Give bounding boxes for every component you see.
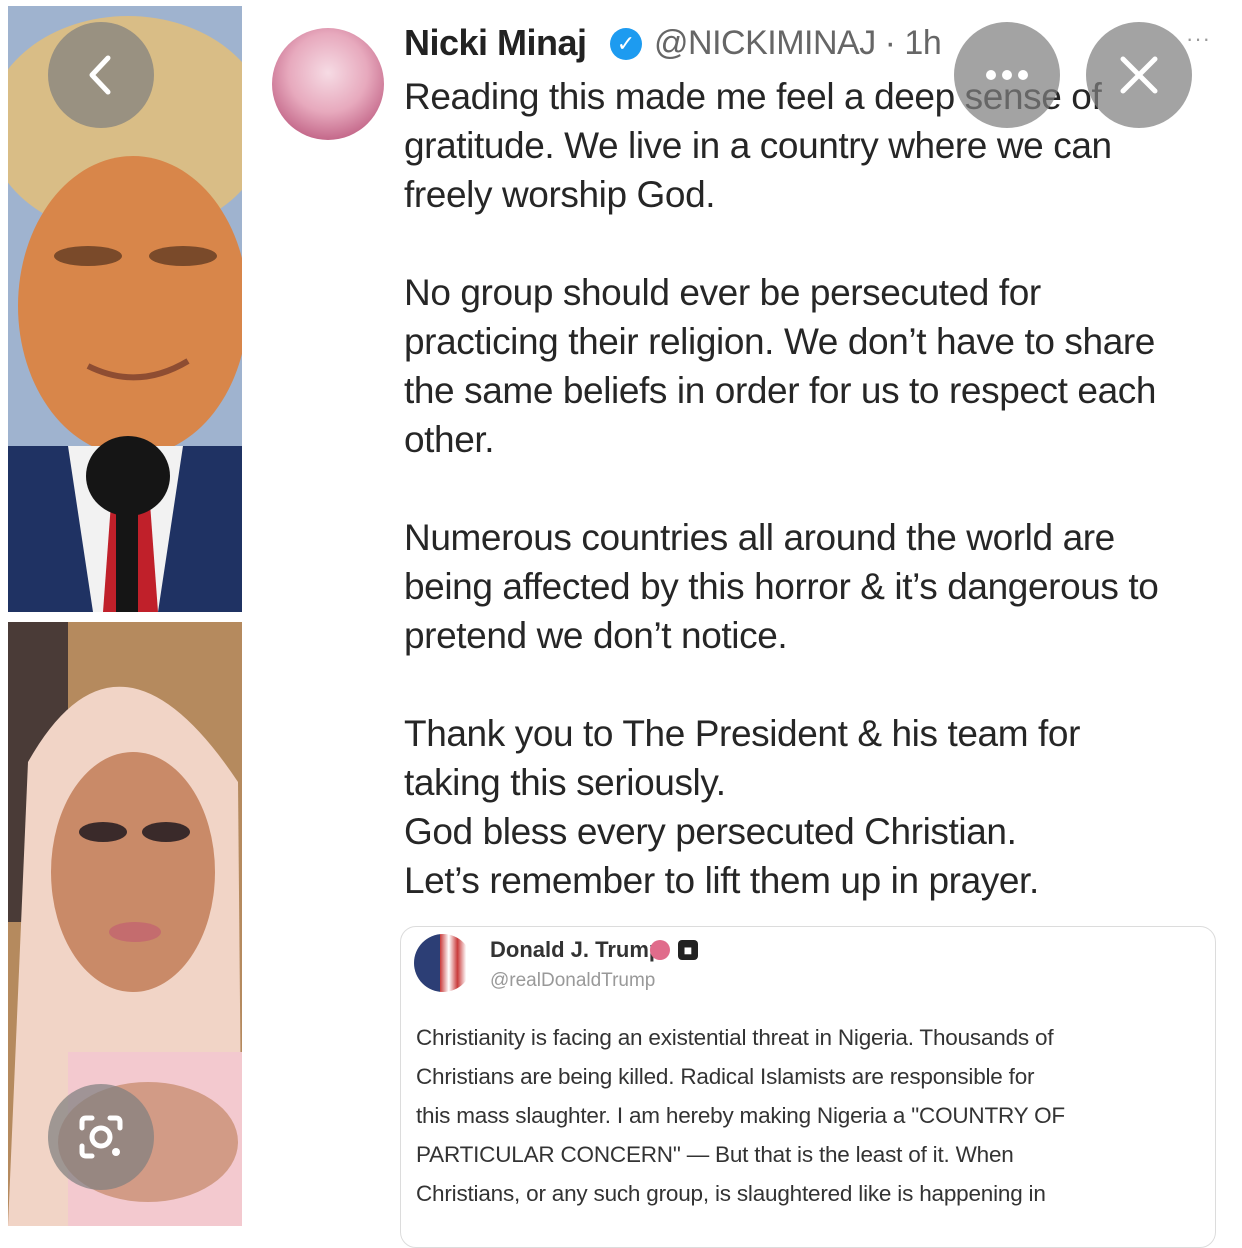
lens-button[interactable] <box>48 1084 154 1190</box>
more-options-button[interactable] <box>954 22 1060 128</box>
tweet-line: Let’s remember to lift them up in prayer… <box>404 860 1039 901</box>
tweet-line: practicing their religion. We don’t have… <box>404 321 1155 362</box>
quoted-author-avatar[interactable] <box>414 934 472 992</box>
quoted-line: Christians are being killed. Radical Isl… <box>416 1064 1035 1089</box>
close-button[interactable] <box>1086 22 1192 128</box>
tweet-line: No group should ever be persecuted for <box>404 272 1041 313</box>
tweet-body: Reading this made me feel a deep sense o… <box>404 72 1234 905</box>
back-button[interactable] <box>48 22 154 128</box>
quoted-author-handle[interactable]: @realDonaldTrump <box>490 970 655 992</box>
verified-badge-icon <box>650 940 670 960</box>
tweet-line: taking this seriously. <box>404 762 726 803</box>
tweet-line: the same beliefs in order for us to resp… <box>404 370 1157 411</box>
tweet-line: gratitude. We live in a country where we… <box>404 125 1112 166</box>
quoted-line: this mass slaughter. I am hereby making … <box>416 1103 1065 1128</box>
affiliate-badge-icon: ■ <box>678 940 698 960</box>
quoted-line: PARTICULAR CONCERN" — But that is the le… <box>416 1142 1014 1167</box>
close-icon <box>1120 56 1158 94</box>
author-handle-time[interactable]: @NICKIMINAJ · 1h <box>654 24 942 63</box>
tweet-line: being affected by this horror & it’s dan… <box>404 566 1159 607</box>
tweet-line: Numerous countries all around the world … <box>404 517 1115 558</box>
tweet-line: Thank you to The President & his team fo… <box>404 713 1080 754</box>
verified-icon: ✓ <box>610 28 642 60</box>
quoted-author-name[interactable]: Donald J. Trump <box>490 937 662 963</box>
lens-icon <box>79 1115 123 1159</box>
tweet-line: freely worship God. <box>404 174 716 215</box>
chevron-left-icon <box>89 55 111 95</box>
quoted-line: Christians, or any such group, is slaugh… <box>416 1181 1046 1206</box>
quoted-line: Christianity is facing an existential th… <box>416 1025 1054 1050</box>
tweet-line: God bless every persecuted Christian. <box>404 811 1017 852</box>
author-name[interactable]: Nicki Minaj <box>404 22 587 64</box>
more-horizontal-icon <box>986 70 1028 80</box>
quoted-tweet-body: Christianity is facing an existential th… <box>416 1018 1206 1213</box>
tweet-line: pretend we don’t notice. <box>404 615 788 656</box>
tweet-line: other. <box>404 419 495 460</box>
author-avatar[interactable] <box>272 28 384 140</box>
photo-divider <box>8 612 242 622</box>
